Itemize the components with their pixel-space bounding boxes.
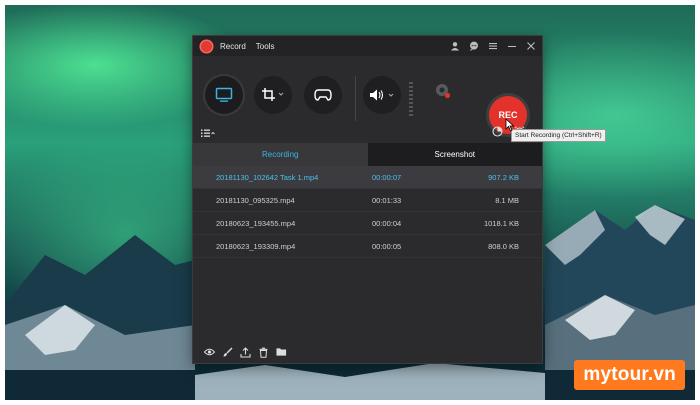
task-schedule-button[interactable] (492, 124, 503, 142)
tab-screenshot[interactable]: Screenshot (367, 143, 542, 166)
audio-settings-button[interactable] (363, 76, 401, 114)
webcam-icon (436, 84, 451, 99)
tab-bar: Recording Screenshot (193, 143, 542, 166)
menu-record[interactable]: Record (220, 42, 246, 51)
file-name: 20181130_095325.mp4 (216, 195, 295, 205)
minimize-icon[interactable] (506, 41, 517, 52)
tab-recording[interactable]: Recording (193, 143, 368, 166)
pie-clock-icon (492, 126, 503, 137)
monitor-icon (215, 87, 233, 102)
delete-trash-icon[interactable] (258, 347, 269, 358)
file-duration: 00:00:05 (372, 241, 402, 251)
preview-eye-icon[interactable] (204, 347, 215, 358)
region-crop-button[interactable] (254, 76, 292, 114)
file-actions-bar (193, 341, 542, 363)
close-icon[interactable] (525, 41, 536, 52)
game-mode-button[interactable] (304, 76, 342, 114)
list-view-icon (201, 129, 215, 137)
webcam-button[interactable] (428, 76, 458, 106)
file-name: 20180623_193309.mp4 (216, 241, 296, 251)
list-view-toggle[interactable] (201, 125, 215, 143)
capture-toolbar: REC Start Recording (Ctrl+Shift+R) (193, 56, 606, 156)
toolbar-divider (355, 76, 356, 121)
gamepad-icon (314, 89, 332, 101)
file-name: 20181130_102642 Task 1.mp4 (216, 172, 319, 182)
edit-brush-icon[interactable] (222, 347, 233, 358)
screen-recorder-window: Record Tools REC Start Recording (Ctrl+S… (193, 36, 606, 363)
app-logo-icon (201, 40, 212, 52)
file-size: 8.1 MB (495, 195, 519, 205)
table-row[interactable]: 20180623_193309.mp4 00:00:05 808.0 KB (193, 235, 542, 258)
chat-icon[interactable] (468, 41, 479, 52)
mouse-cursor-icon (505, 118, 515, 132)
file-duration: 00:00:07 (372, 172, 402, 182)
hamburger-menu-icon[interactable] (487, 41, 498, 52)
file-duration: 00:00:04 (372, 218, 402, 228)
account-icon[interactable] (449, 41, 460, 52)
menu-tools[interactable]: Tools (256, 42, 275, 51)
file-duration: 00:01:33 (372, 195, 402, 205)
recording-file-list: 20181130_102642 Task 1.mp4 00:00:07 907.… (193, 166, 542, 258)
file-size: 808.0 KB (488, 241, 519, 251)
file-size: 907.2 KB (488, 172, 519, 182)
upload-icon[interactable] (240, 346, 251, 358)
file-size: 1018.1 KB (483, 218, 519, 228)
rec-tooltip: Start Recording (Ctrl+Shift+R) (511, 129, 606, 142)
open-folder-icon[interactable] (276, 347, 287, 358)
crop-icon (262, 88, 284, 101)
title-bar: Record Tools (193, 36, 542, 56)
file-name: 20180623_193455.mp4 (216, 218, 296, 228)
table-row[interactable]: 20181130_095325.mp4 00:01:33 8.1 MB (193, 189, 542, 212)
speaker-icon (370, 89, 394, 101)
full-screen-mode-button[interactable] (205, 76, 243, 114)
watermark-badge: mytour.vn (574, 360, 685, 390)
table-row[interactable]: 20181130_102642 Task 1.mp4 00:00:07 907.… (193, 166, 542, 189)
volume-level-bars (409, 82, 413, 118)
table-row[interactable]: 20180623_193455.mp4 00:00:04 1018.1 KB (193, 212, 542, 235)
